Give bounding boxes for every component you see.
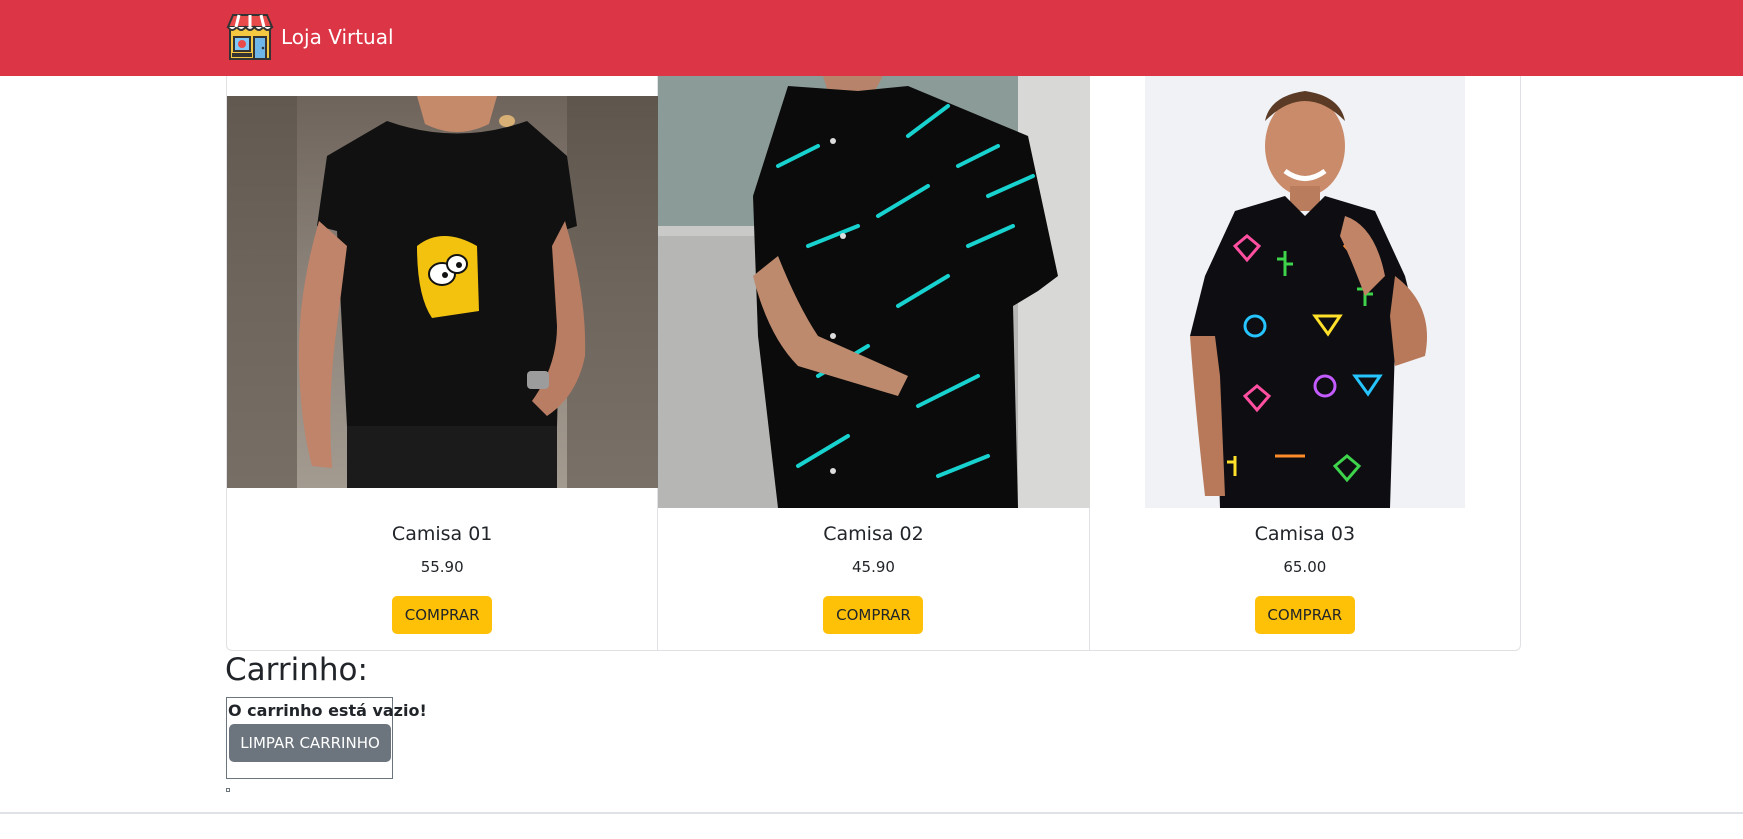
- product-card: Camisa 03 65.00 COMPRAR: [1090, 76, 1520, 650]
- product-price: 45.90: [852, 558, 895, 576]
- brand-link[interactable]: Loja Virtual: [225, 13, 394, 61]
- product-price: 65.00: [1283, 558, 1327, 576]
- small-marker: [226, 788, 230, 792]
- product-price: 55.90: [420, 558, 464, 576]
- divider: [0, 812, 1743, 814]
- product-name: Camisa 02: [823, 523, 924, 545]
- product-name: Camisa 03: [1254, 523, 1356, 545]
- brand-title: Loja Virtual: [281, 25, 394, 49]
- buy-button[interactable]: COMPRAR: [392, 596, 493, 634]
- product-name: Camisa 01: [391, 523, 493, 545]
- cart-empty-message: O carrinho está vazio!: [228, 701, 427, 720]
- product-image: [1144, 76, 1465, 508]
- product-card: Camisa 02 45.90 COMPRAR: [658, 76, 1091, 650]
- cart-box: O carrinho está vazio! LIMPAR CARRINHO: [226, 697, 427, 779]
- product-image: [658, 76, 1091, 508]
- product-list: Camisa 01 55.90 COMPRAR Camisa 02 45.90 …: [226, 76, 1521, 651]
- buy-button[interactable]: COMPRAR: [1254, 596, 1355, 634]
- navbar: Loja Virtual: [0, 0, 1743, 76]
- cart-title: Carrinho:: [225, 652, 368, 688]
- buy-button[interactable]: COMPRAR: [823, 596, 924, 634]
- product-card: Camisa 01 55.90 COMPRAR: [227, 76, 659, 650]
- product-image: [227, 96, 658, 488]
- store-icon: [226, 14, 274, 60]
- clear-cart-button[interactable]: LIMPAR CARRINHO: [229, 724, 391, 762]
